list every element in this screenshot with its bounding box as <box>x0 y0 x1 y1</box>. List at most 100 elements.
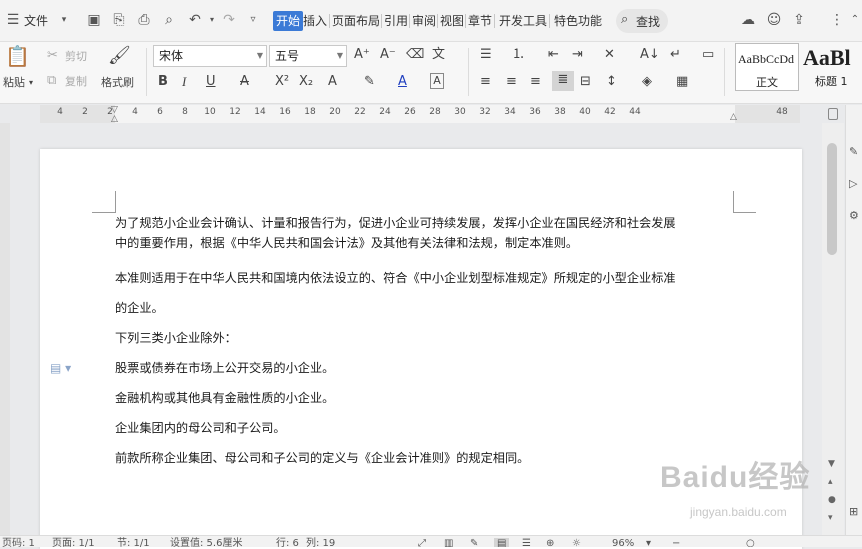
strikethrough-button[interactable]: A <box>240 73 249 91</box>
paragraph-line[interactable]: 为了规范小企业会计确认、计量和报告行为，促进小企业可持续发展，发挥小企业在国民经… <box>115 213 735 233</box>
zoom-dropdown-icon[interactable]: ▾ <box>646 538 651 547</box>
clear-format-icon[interactable]: ⌫ <box>406 46 424 64</box>
output-pdf-icon[interactable]: ⎘ <box>110 11 128 29</box>
page-view-icon[interactable]: ▤ <box>494 538 510 547</box>
paragraph-line[interactable]: 前款所称企业集团、母公司和子公司的定义与《企业会计准则》的规定相同。 <box>115 448 735 468</box>
borders-icon[interactable]: ▦ <box>676 73 688 91</box>
horizontal-ruler[interactable]: 4 2 2 4 6 8 10 12 14 16 18 20 22 24 26 28 30 32 34 36 38 40 42… <box>40 105 800 124</box>
status-row[interactable]: 行: 6 <box>276 538 299 547</box>
text-effect-icon[interactable]: A <box>328 73 337 91</box>
eye-protection-icon[interactable]: ☼ <box>572 538 581 547</box>
chevron-down-icon[interactable]: ▾ <box>55 11 73 29</box>
increase-indent-icon[interactable]: ⇥ <box>572 46 583 64</box>
superscript-button[interactable]: X² <box>275 73 289 91</box>
share-icon[interactable]: ⇪ <box>790 11 808 29</box>
tab-insert[interactable]: 插入 <box>302 11 328 31</box>
line-spacing-icon[interactable]: ↕ <box>606 73 617 91</box>
collapse-ribbon-icon[interactable]: ⌃ <box>846 11 862 29</box>
numbered-list-icon[interactable]: ⒈ <box>512 46 525 64</box>
font-size-select[interactable]: 五号 ▼ <box>269 45 347 67</box>
tab-page-layout[interactable]: 页面布局 <box>331 11 381 31</box>
status-section[interactable]: 节: 1/1 <box>117 538 150 547</box>
undo-icon[interactable]: ↶ <box>186 11 204 29</box>
hamburger-menu-icon[interactable]: ☰ <box>4 11 22 29</box>
left-indent-marker[interactable]: △ <box>111 114 118 124</box>
align-right-icon[interactable]: ≡ <box>530 73 541 91</box>
cloud-sync-icon[interactable]: ☁ <box>739 11 757 29</box>
vertical-scrollbar[interactable]: ▼ ▴ ● ▾ <box>822 123 844 535</box>
more-options-icon[interactable]: ⋮ <box>828 11 846 29</box>
decrease-indent-icon[interactable]: ⇤ <box>548 46 559 64</box>
style-normal[interactable]: AaBbCcDd 正文 <box>735 43 799 91</box>
chinese-layout-icon[interactable]: ✕ <box>604 46 615 64</box>
style-heading-1[interactable]: AaBl 标题 1 <box>801 43 862 91</box>
format-painter-icon[interactable]: 🖌 <box>108 44 131 68</box>
paragraph-line[interactable]: 的企业。 <box>115 298 735 318</box>
collaboration-icon[interactable]: ☺ <box>765 11 783 29</box>
paragraph-line[interactable]: 股票或债券在市场上公开交易的小企业。 <box>115 358 735 378</box>
select-browse-object-icon[interactable]: ● <box>828 495 836 505</box>
settings-icon[interactable]: ⚙ <box>849 209 859 222</box>
write-mode-icon[interactable]: ✎ <box>470 538 478 547</box>
collapse-pane-icon[interactable]: ⊞ <box>849 505 858 518</box>
full-screen-icon[interactable]: ⤢ <box>418 538 426 547</box>
status-page[interactable]: 页面: 1/1 <box>52 538 95 547</box>
shrink-font-icon[interactable]: A⁻ <box>380 46 396 64</box>
grow-font-icon[interactable]: A⁺ <box>354 46 370 64</box>
print-icon[interactable]: ⎙ <box>135 11 153 29</box>
paragraph-line[interactable]: 中的重要作用，根据《中华人民共和国会计法》及其他有关法律和法规，制定本准则。 <box>115 233 735 253</box>
print-preview-icon[interactable]: ⌕ <box>160 11 178 29</box>
scrollbar-thumb[interactable] <box>827 143 837 255</box>
web-view-icon[interactable]: ⊕ <box>546 538 554 547</box>
right-indent-marker[interactable]: △ <box>730 112 737 122</box>
distribute-icon[interactable]: ⊟ <box>580 73 591 91</box>
reading-mode-icon[interactable]: ▥ <box>444 538 453 547</box>
italic-button[interactable]: I <box>182 73 186 91</box>
tab-review[interactable]: 审阅 <box>411 11 437 31</box>
paragraph-line[interactable]: 金融机构或其他具有金融性质的小企业。 <box>115 388 735 408</box>
scroll-down-icon[interactable]: ▼ <box>828 459 835 469</box>
font-name-select[interactable]: 宋体 ▼ <box>153 45 267 67</box>
justify-icon[interactable]: ≣ <box>552 71 574 91</box>
previous-page-icon[interactable]: ▴ <box>828 477 833 487</box>
table-tools-icon[interactable]: ▭ <box>702 46 714 64</box>
zoom-slider-thumb[interactable]: ○ <box>746 538 755 547</box>
next-page-icon[interactable]: ▾ <box>828 513 833 523</box>
show-marks-icon[interactable]: ↵ <box>670 46 681 64</box>
paste-dropdown-icon[interactable]: ▾ <box>29 74 33 92</box>
paragraph-line[interactable]: 下列三类小企业除外： <box>115 328 735 348</box>
shading-icon[interactable]: ◈ <box>642 73 652 91</box>
tab-chapter[interactable]: 章节 <box>467 11 493 31</box>
tab-references[interactable]: 引用 <box>383 11 409 31</box>
bold-button[interactable]: B <box>158 73 168 91</box>
tab-special-features[interactable]: 特色功能 <box>553 11 603 31</box>
status-setting-value[interactable]: 设置值: 5.6厘米 <box>170 538 242 547</box>
tab-home[interactable]: 开始 <box>273 11 304 31</box>
bullet-list-icon[interactable]: ☰ <box>480 46 492 64</box>
tab-view[interactable]: 视图 <box>439 11 465 31</box>
highlight-icon[interactable]: ✎ <box>364 73 375 91</box>
underline-button[interactable]: U <box>206 73 216 91</box>
customize-toolbar-icon[interactable]: ▿ <box>244 11 262 29</box>
paragraph-options-icon[interactable]: ▤ ▾ <box>50 360 78 376</box>
select-icon[interactable]: ▷ <box>849 177 857 190</box>
align-center-icon[interactable]: ≡ <box>506 73 517 91</box>
tab-developer-tools[interactable]: 开发工具 <box>498 11 548 31</box>
outline-view-icon[interactable]: ☰ <box>522 538 531 547</box>
status-page-number[interactable]: 页码: 1 <box>2 538 35 547</box>
format-painter-button[interactable]: 格式刷 <box>101 74 134 92</box>
character-border-icon[interactable]: A <box>430 73 444 89</box>
status-column[interactable]: 列: 19 <box>306 538 335 547</box>
phonetic-guide-icon[interactable]: 文 <box>432 46 445 64</box>
paste-icon[interactable]: 📋 <box>5 44 30 68</box>
align-left-icon[interactable]: ≡ <box>480 73 491 91</box>
ruler-toggle-icon[interactable] <box>828 108 838 120</box>
search-box[interactable]: ⌕ 查找 <box>616 9 668 33</box>
file-menu[interactable]: 文件 <box>24 10 48 32</box>
paragraph-line[interactable]: 本准则适用于在中华人民共和国境内依法设立的、符合《中小企业划型标准规定》所规定的… <box>115 268 735 288</box>
zoom-level[interactable]: 96% <box>612 538 634 547</box>
font-color-icon[interactable]: A <box>398 73 407 91</box>
save-icon[interactable]: ▣ <box>85 11 103 29</box>
undo-dropdown-icon[interactable]: ▾ <box>203 11 221 29</box>
subscript-button[interactable]: X₂ <box>299 73 313 91</box>
